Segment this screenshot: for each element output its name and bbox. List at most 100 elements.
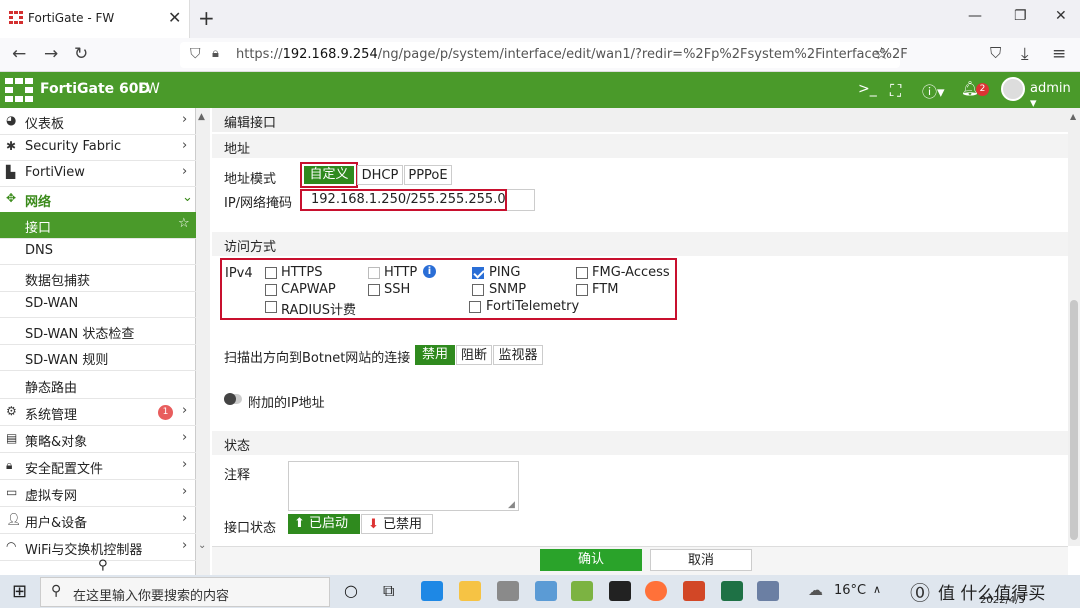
checkbox-fmg-access[interactable] xyxy=(576,267,588,279)
close-window-icon[interactable]: ✕ xyxy=(1055,8,1067,24)
app-icon[interactable] xyxy=(535,581,557,601)
sidebar-item-sd-wan-rules[interactable]: SD-WAN 规则 xyxy=(0,344,196,371)
sidebar-item-dns[interactable]: DNS xyxy=(0,238,196,265)
scroll-down-icon[interactable]: ⌄ xyxy=(198,540,206,551)
status-disabled-button[interactable]: ⬇ 已禁用 xyxy=(361,514,433,534)
taskbar-search[interactable]: ⚲ 在这里输入你要搜索的内容 xyxy=(40,577,330,607)
app-icon[interactable] xyxy=(757,581,779,601)
main-scrollbar[interactable]: ▲ xyxy=(1068,108,1080,546)
bookmark-star-icon[interactable]: ☆ xyxy=(874,44,889,64)
edge-icon[interactable] xyxy=(421,581,443,601)
sidebar-item-sd-wan[interactable]: SD-WAN xyxy=(0,291,196,318)
botnet-disable-button[interactable]: 禁用 xyxy=(415,345,455,365)
sidebar-item-vpn[interactable]: ▭ 虚拟专网 › xyxy=(0,480,196,507)
forward-icon[interactable]: → xyxy=(44,44,58,64)
favorite-star-icon[interactable]: ☆ xyxy=(178,216,190,231)
pocket-icon[interactable]: ⛉ xyxy=(990,44,1001,62)
botnet-monitor-button[interactable]: 监视器 xyxy=(493,345,543,365)
sidebar: ◕ 仪表板 › ✱ Security Fabric › ▙ FortiView › ✥ 网络 ⌄… xyxy=(0,108,196,575)
secondary-ip-toggle[interactable] xyxy=(224,393,242,405)
weather-cloud-icon[interactable]: ☁ xyxy=(808,581,823,599)
info-icon[interactable]: i xyxy=(423,265,436,278)
policy-icon: ▤ xyxy=(6,431,18,445)
sidebar-item-network[interactable]: ✥ 网络 ⌄ xyxy=(0,186,196,213)
fullscreen-icon[interactable]: ⛶ xyxy=(890,81,901,101)
notification-badge: 2 xyxy=(976,83,989,96)
sidebar-scrollbar[interactable]: ▲ ⌄ xyxy=(196,108,210,575)
arrow-up-circle-icon: ⬆ xyxy=(294,516,305,531)
lock-icon[interactable]: 🔒︎ xyxy=(212,46,219,61)
cli-console-icon[interactable]: >_ xyxy=(858,81,877,97)
back-icon[interactable]: ← xyxy=(12,44,26,64)
terminal-icon[interactable] xyxy=(609,581,631,601)
chart-icon: ▙ xyxy=(6,165,16,179)
secondary-ip-label: 附加的IP地址 xyxy=(248,396,325,411)
cortana-icon[interactable]: ○ xyxy=(344,581,358,600)
checkbox-https[interactable] xyxy=(265,267,277,279)
minimize-icon[interactable]: — xyxy=(968,8,982,24)
sidebar-item-security-profiles[interactable]: 🔒︎ 安全配置文件 › xyxy=(0,453,196,480)
address-bar[interactable]: ⛉ 🔒︎ https://192.168.9.254/ng/page/p/sys… xyxy=(180,42,908,68)
comment-textarea[interactable]: ◢ xyxy=(288,461,519,511)
sidebar-item-user-device[interactable]: 👤︎ 用户&设备 › xyxy=(0,507,196,534)
botnet-block-button[interactable]: 阻断 xyxy=(456,345,492,365)
powerpoint-icon[interactable] xyxy=(683,581,705,601)
search-icon[interactable]: ⚲ xyxy=(98,558,108,573)
system-badge: 1 xyxy=(158,405,173,420)
task-view-icon[interactable]: ⧉ xyxy=(383,581,394,601)
firefox-icon[interactable] xyxy=(645,581,667,601)
help-icon[interactable]: ⓘ▾ xyxy=(922,81,945,102)
status-enabled-button[interactable]: ⬆ 已启动 xyxy=(288,514,360,534)
sidebar-item-policy-objects[interactable]: ▤ 策略&对象 › xyxy=(0,426,196,453)
file-explorer-icon[interactable] xyxy=(459,581,481,601)
checkbox-snmp[interactable] xyxy=(472,284,484,296)
avatar[interactable] xyxy=(1001,77,1025,101)
cancel-button[interactable]: 取消 xyxy=(650,549,752,571)
resize-handle-icon[interactable]: ◢ xyxy=(508,500,515,510)
user-menu[interactable]: admin ▾ xyxy=(1030,81,1080,111)
ok-button[interactable]: 确认 xyxy=(540,549,642,571)
address-mode-dhcp[interactable]: DHCP xyxy=(357,165,403,185)
tracking-shield-icon[interactable]: ⛉ xyxy=(190,46,201,62)
app-icon[interactable] xyxy=(571,581,593,601)
checkbox-http[interactable] xyxy=(368,267,380,279)
sidebar-item-static-routes[interactable]: 静态路由 xyxy=(0,372,196,399)
option-http: HTTP xyxy=(384,265,418,280)
checkbox-capwap[interactable] xyxy=(265,284,277,296)
scroll-up-icon[interactable]: ▲ xyxy=(198,112,205,122)
checkbox-ftm[interactable] xyxy=(576,284,588,296)
sidebar-item-packet-capture[interactable]: 数据包捕获 xyxy=(0,265,196,292)
sidebar-item-fortiview[interactable]: ▙ FortiView › xyxy=(0,160,196,187)
date: 2022/4/5 xyxy=(980,595,1025,606)
browser-tab[interactable]: FortiGate - FW ✕ xyxy=(0,0,190,38)
scroll-thumb[interactable] xyxy=(1070,300,1078,540)
monitor-icon: ▭ xyxy=(6,485,18,499)
sidebar-item-sd-wan-status-check[interactable]: SD-WAN 状态检查 xyxy=(0,318,196,345)
app-icon[interactable] xyxy=(497,581,519,601)
sidebar-item-system[interactable]: ⚙ 系统管理 1 › xyxy=(0,399,196,426)
new-tab-icon[interactable]: + xyxy=(198,6,215,30)
restore-icon[interactable]: ❐ xyxy=(1014,8,1027,24)
windows-start-icon[interactable]: ⊞ xyxy=(12,581,27,602)
lock-icon: 🔒︎ xyxy=(6,458,13,472)
sidebar-item-security-fabric[interactable]: ✱ Security Fabric › xyxy=(0,134,196,161)
checkbox-fortitelemetry[interactable] xyxy=(469,301,481,313)
excel-icon[interactable] xyxy=(721,581,743,601)
checkbox-ssh[interactable] xyxy=(368,284,380,296)
checkbox-ping[interactable] xyxy=(472,267,484,279)
sidebar-item-interfaces[interactable]: 接口 ☆ xyxy=(0,212,196,239)
chevron-down-icon: ⌄ xyxy=(182,190,193,205)
download-icon[interactable]: ⤓ xyxy=(1021,44,1029,64)
scroll-up-icon[interactable]: ▲ xyxy=(1070,112,1076,121)
close-tab-icon[interactable]: ✕ xyxy=(168,8,181,27)
option-ping: PING xyxy=(489,265,521,280)
sidebar-item-wifi-switch[interactable]: ◠ WiFi与交换机控制器 › xyxy=(0,534,196,561)
reload-icon[interactable]: ↻ xyxy=(74,44,88,64)
checkbox-radius-accounting[interactable] xyxy=(265,301,277,313)
sidebar-item-dashboard[interactable]: ◕ 仪表板 › xyxy=(0,108,196,135)
address-mode-manual[interactable]: 自定义 xyxy=(304,166,354,184)
tray-chevron-icon[interactable]: ∧ xyxy=(873,583,881,596)
address-mode-pppoe[interactable]: PPPoE xyxy=(404,165,452,185)
menu-icon[interactable]: ≡ xyxy=(1052,44,1066,64)
form-footer: 确认 取消 xyxy=(212,546,1068,575)
